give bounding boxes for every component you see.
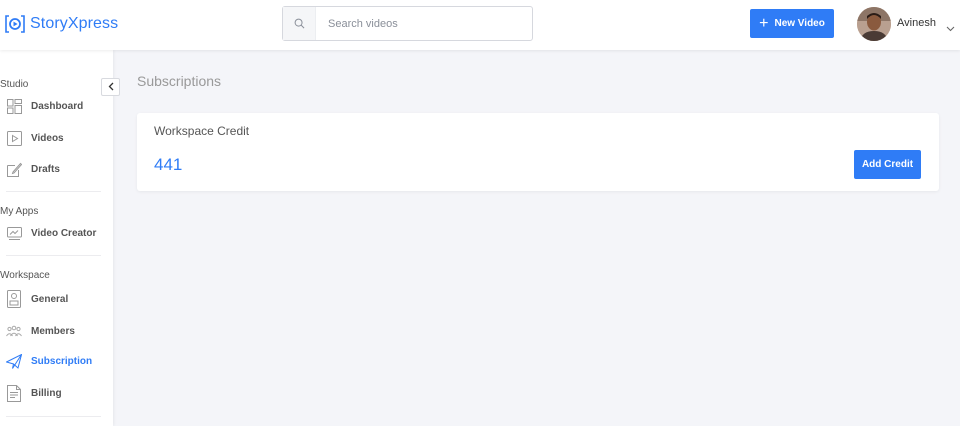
sidebar-item-drafts[interactable]: Drafts bbox=[6, 158, 106, 180]
sidebar-item-label: Billing bbox=[31, 387, 62, 399]
credit-label: Workspace Credit bbox=[154, 124, 250, 138]
top-header: StoryXpress + New Video Avinesh bbox=[0, 0, 960, 50]
sidebar-item-members[interactable]: Members bbox=[6, 320, 106, 342]
new-video-button[interactable]: + New Video bbox=[750, 9, 834, 38]
sidebar-item-label: Subscription bbox=[31, 355, 93, 367]
chevron-left-icon bbox=[108, 78, 114, 96]
sidebar-item-label: General bbox=[31, 293, 69, 305]
video-creator-icon bbox=[6, 225, 22, 241]
section-label-my-apps: My Apps bbox=[0, 206, 39, 217]
draft-icon bbox=[6, 161, 22, 177]
sidebar-divider bbox=[6, 255, 101, 256]
chevron-down-icon[interactable] bbox=[946, 19, 955, 37]
add-credit-button[interactable]: Add Credit bbox=[854, 150, 921, 179]
sidebar-item-label: Dashboard bbox=[31, 100, 84, 112]
plus-icon: + bbox=[759, 14, 769, 32]
sidebar-divider bbox=[6, 416, 101, 417]
search-box bbox=[282, 6, 533, 41]
section-label-workspace: Workspace bbox=[0, 270, 50, 281]
sidebar-item-label: Drafts bbox=[31, 163, 60, 175]
sidebar-item-label: Members bbox=[31, 325, 75, 337]
credit-value: 441 bbox=[154, 155, 183, 174]
sidebar-item-video-creator[interactable]: Video Creator bbox=[6, 222, 106, 244]
new-video-label: New Video bbox=[774, 18, 825, 29]
brand-logo[interactable]: StoryXpress bbox=[4, 13, 118, 35]
members-icon bbox=[6, 323, 22, 339]
billing-icon bbox=[6, 384, 22, 402]
workspace-credit-card: Workspace Credit 441 Add Credit bbox=[137, 113, 939, 191]
sidebar-collapse-button[interactable] bbox=[101, 78, 120, 96]
page-title: Subscriptions bbox=[137, 73, 222, 89]
brand-name: StoryXpress bbox=[30, 15, 119, 32]
subscription-icon bbox=[6, 353, 22, 369]
section-label-studio: Studio bbox=[0, 79, 29, 90]
user-avatar[interactable] bbox=[857, 7, 891, 41]
dashboard-icon bbox=[6, 98, 22, 114]
sidebar-item-videos[interactable]: Videos bbox=[6, 127, 106, 149]
search-icon[interactable] bbox=[283, 7, 316, 40]
general-icon bbox=[6, 290, 22, 308]
user-name[interactable]: Avinesh bbox=[897, 17, 936, 29]
logo-icon bbox=[4, 13, 26, 35]
video-icon bbox=[6, 130, 22, 146]
sidebar-item-label: Videos bbox=[31, 132, 64, 144]
sidebar-item-general[interactable]: General bbox=[6, 288, 106, 310]
sidebar-item-label: Video Creator bbox=[31, 227, 97, 239]
sidebar-item-dashboard[interactable]: Dashboard bbox=[6, 95, 106, 117]
sidebar-divider bbox=[6, 191, 101, 192]
sidebar-item-billing[interactable]: Billing bbox=[6, 382, 106, 404]
sidebar-item-subscription[interactable]: Subscription bbox=[6, 350, 106, 372]
search-input[interactable] bbox=[328, 17, 518, 30]
sidebar: Studio Dashboard Videos Drafts My Apps V… bbox=[0, 50, 113, 426]
